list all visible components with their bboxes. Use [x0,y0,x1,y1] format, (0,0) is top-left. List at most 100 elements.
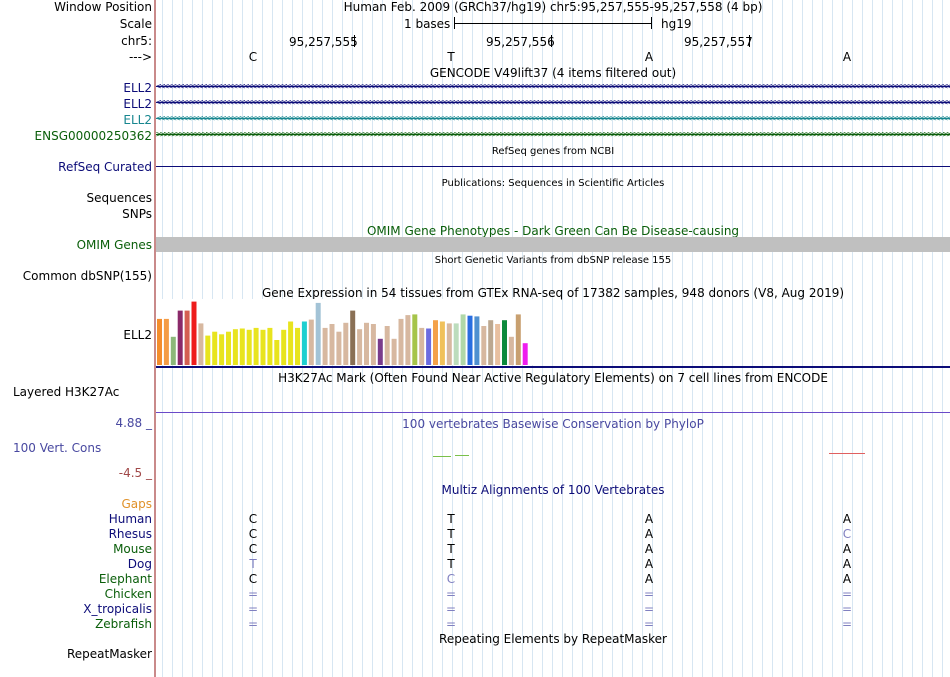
gencode-track-label-3[interactable]: ELL2 [123,113,152,127]
gtex-tissue-bar[interactable] [267,327,273,365]
gtex-tissue-bar[interactable] [405,315,411,365]
gtex-tissue-bar[interactable] [398,318,404,365]
multiz-species-label[interactable]: Mouse [113,542,152,556]
gtex-tissue-bar[interactable] [170,336,176,365]
omim-track-title[interactable]: OMIM Gene Phenotypes - Dark Green Can Be… [156,224,950,238]
sequences-track-label[interactable]: Sequences [87,191,152,205]
multiz-base: T [447,542,455,556]
dbsnp-track-title[interactable]: Short Genetic Variants from dbSNP releas… [156,255,950,266]
gtex-tissue-bar[interactable] [212,331,218,365]
gtex-tissue-bar[interactable] [329,324,335,365]
gtex-tissue-bar[interactable] [433,320,438,365]
multiz-base: T [447,557,455,571]
h3k27ac-track-label[interactable]: Layered H3K27Ac [13,385,119,399]
gtex-tissue-bar[interactable] [453,323,459,365]
gtex-tissue-bar[interactable] [515,314,521,365]
gencode-transcript-3[interactable]: <<<<<<<<<<<<<<<<<<<<<<<<<<<<<<<<<<<<<<<<… [156,114,950,124]
multiz-species-label[interactable]: Zebrafish [95,617,152,631]
gtex-tissue-bar[interactable] [508,336,514,365]
multiz-species-label[interactable]: X_tropicalis [83,602,152,616]
gtex-tissue-bar[interactable] [350,310,356,365]
gtex-tissue-bar[interactable] [232,329,238,365]
gtex-tissue-bar[interactable] [308,319,314,365]
phylop-track-label[interactable]: 100 Vert. Cons [13,441,101,455]
multiz-species-label[interactable]: Rhesus [109,527,152,541]
gencode-track-title[interactable]: GENCODE V49lift37 (4 items filtered out) [156,66,950,80]
gtex-tissue-bar[interactable] [343,322,349,365]
chromosome-label: chr5: [121,34,152,48]
multiz-base: = [842,602,853,616]
dbsnp-track-label[interactable]: Common dbSNP(155) [23,269,152,283]
gtex-tissue-bar[interactable] [357,329,363,365]
multiz-species-label[interactable]: Human [109,512,152,526]
gtex-tissue-bar[interactable] [219,334,225,365]
gencode-transcript-4[interactable]: >>>>>>>>>>>>>>>>>>>>>>>>>>>>>>>>>>>>>>>>… [156,130,950,140]
snps-track-label[interactable]: SNPs [122,207,152,221]
multiz-species-label[interactable]: Dog [128,557,152,571]
gtex-tissue-bar[interactable] [446,323,452,365]
gtex-tissue-bar[interactable] [439,321,445,366]
omim-phenotype-bar[interactable] [156,237,950,252]
gtex-tissue-bar[interactable] [412,314,418,365]
gtex-tissue-bar[interactable] [495,324,501,365]
multiz-gaps-label[interactable]: Gaps [121,497,152,511]
gtex-tissue-bar[interactable] [191,301,197,365]
gtex-tissue-bar[interactable] [184,310,190,365]
gtex-tissue-bar[interactable] [488,320,494,365]
gtex-tissue-bar[interactable] [198,323,204,365]
gtex-tissue-bar[interactable] [295,327,300,365]
gtex-tissue-bar[interactable] [226,331,231,365]
gtex-expression-chart[interactable] [156,299,536,365]
multiz-base: A [842,512,852,526]
gtex-tissue-bar[interactable] [336,331,342,365]
gtex-tissue-bar[interactable] [370,324,376,365]
gtex-tissue-bar[interactable] [205,335,211,365]
gtex-tissue-bar[interactable] [426,328,432,366]
gtex-tissue-bar[interactable] [391,338,397,365]
multiz-base: = [644,602,655,616]
gtex-tissue-bar[interactable] [246,329,252,365]
gtex-tissue-bar[interactable] [522,343,528,365]
gencode-transcript-2[interactable]: <<<<<<<<<<<<<<<<<<<<<<<<<<<<<<<<<<<<<<<<… [156,98,950,108]
gtex-tissue-bar[interactable] [163,318,169,365]
refseq-gene-line[interactable] [156,166,950,167]
multiz-base: = [842,617,853,631]
repeatmasker-track-title[interactable]: Repeating Elements by RepeatMasker [156,632,950,646]
multiz-species-label[interactable]: Chicken [105,587,152,601]
gtex-tissue-bar[interactable] [322,327,328,365]
gtex-tissue-bar[interactable] [301,321,307,366]
gtex-tissue-bar[interactable] [157,318,162,365]
publications-track-title[interactable]: Publications: Sequences in Scientific Ar… [156,178,950,189]
gtex-tissue-bar[interactable] [481,326,487,365]
gtex-track-title[interactable]: Gene Expression in 54 tissues from GTEx … [156,286,950,300]
h3k27ac-track-title[interactable]: H3K27Ac Mark (Often Found Near Active Re… [156,371,950,385]
gencode-track-label-1[interactable]: ELL2 [123,81,152,95]
gtex-tissue-bar[interactable] [274,340,280,365]
gtex-tissue-bar[interactable] [260,329,266,365]
gtex-tissue-bar[interactable] [177,310,183,365]
gtex-tissue-bar[interactable] [377,338,383,365]
gencode-transcript-1[interactable]: <<<<<<<<<<<<<<<<<<<<<<<<<<<<<<<<<<<<<<<<… [156,82,950,92]
multiz-track-title[interactable]: Multiz Alignments of 100 Vertebrates [156,483,950,497]
gtex-track-label[interactable]: ELL2 [123,328,152,342]
gencode-track-label-4[interactable]: ENSG00000250362 [35,129,152,143]
gtex-tissue-bar[interactable] [315,302,321,365]
gtex-tissue-bar[interactable] [474,316,480,365]
gtex-tissue-bar[interactable] [288,321,294,366]
refseq-track-title[interactable]: RefSeq genes from NCBI [156,146,950,157]
phylop-track-title[interactable]: 100 vertebrates Basewise Conservation by… [156,417,950,431]
gtex-tissue-bar[interactable] [467,315,473,365]
repeatmasker-track-label[interactable]: RepeatMasker [67,647,152,661]
refseq-track-label[interactable]: RefSeq Curated [58,160,152,174]
multiz-species-label[interactable]: Elephant [99,572,152,586]
gtex-tissue-bar[interactable] [253,327,259,365]
gtex-tissue-bar[interactable] [384,326,390,365]
gtex-tissue-bar[interactable] [364,322,369,365]
gtex-tissue-bar[interactable] [419,327,425,365]
gtex-tissue-bar[interactable] [281,329,287,365]
gtex-tissue-bar[interactable] [239,328,245,366]
gtex-tissue-bar[interactable] [502,320,507,365]
omim-track-label[interactable]: OMIM Genes [77,238,152,252]
gencode-track-label-2[interactable]: ELL2 [123,97,152,111]
gtex-tissue-bar[interactable] [460,314,466,365]
